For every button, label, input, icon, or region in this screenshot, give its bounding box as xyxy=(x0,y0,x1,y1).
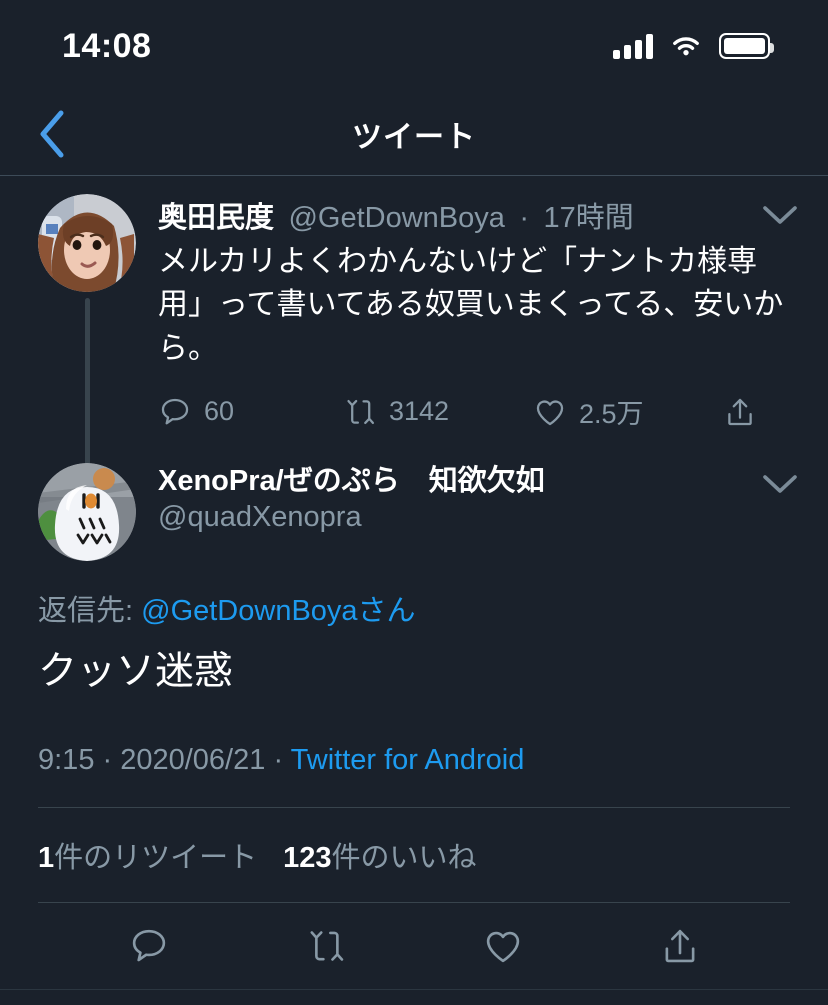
like-stat-count: 123 xyxy=(283,841,332,874)
retweet-icon xyxy=(310,930,343,961)
tweet-source-link[interactable]: Twitter for Android xyxy=(291,744,525,776)
avatar[interactable] xyxy=(38,194,136,292)
detail-tweet-names-body: XenoPra/ぜのぷら 知欲欠如 @quadXenopra xyxy=(136,463,802,561)
detail-avatar-column xyxy=(38,463,136,562)
parent-timestamp: 17時間 xyxy=(543,202,634,234)
parent-tweet-menu-button[interactable] xyxy=(752,194,798,226)
parent-tweet-body: 奥田民度 @GetDownBoya · 17時間 メルカリよくわかんないけど「ナ… xyxy=(136,194,802,457)
share-icon xyxy=(728,398,752,425)
engagement-stats: 1件のリツイート 123件のいいね xyxy=(0,808,828,902)
detail-tweet-header-row[interactable]: XenoPra/ぜのぷら 知欲欠如 @quadXenopra xyxy=(0,457,828,562)
like-count: 2.5万 xyxy=(579,399,644,430)
share-button[interactable] xyxy=(591,925,768,967)
share-action[interactable] xyxy=(723,395,757,429)
status-bar: 14:08 xyxy=(0,0,828,92)
retweet-icon xyxy=(347,399,375,424)
parent-tweet-actions: 60 3142 2.5万 xyxy=(158,392,798,431)
retweet-button[interactable] xyxy=(237,925,414,967)
reply-to-label: 返信先: xyxy=(38,595,142,628)
cellular-signal-icon xyxy=(613,33,653,59)
parent-separator: · xyxy=(519,202,530,234)
detail-tweet-text: クッソ迷惑 xyxy=(38,650,234,694)
retweet-action[interactable]: 3142 xyxy=(343,395,533,429)
like-stat-label: 件のいいね xyxy=(331,841,477,874)
like-button[interactable] xyxy=(414,925,591,967)
reply-button[interactable] xyxy=(60,925,237,967)
detail-sep-1: · xyxy=(94,743,121,776)
avatar[interactable] xyxy=(38,463,136,562)
back-button[interactable] xyxy=(22,104,82,164)
parent-display-name[interactable]: 奥田民度 xyxy=(158,202,274,234)
chevron-down-icon xyxy=(763,475,797,493)
reply-to-user-link[interactable]: @GetDownBoyaさん xyxy=(141,595,415,627)
parent-handle[interactable]: @GetDownBoya xyxy=(288,202,504,234)
retweet-count: 3142 xyxy=(389,396,450,427)
detail-display-name[interactable]: XenoPra/ぜのぷら 知欲欠如 xyxy=(158,463,752,501)
reply-to-line: 返信先: @GetDownBoyaさん xyxy=(38,587,790,629)
battery-icon xyxy=(719,33,774,59)
back-chevron-icon xyxy=(40,110,64,157)
detail-time: 9:15 xyxy=(38,743,95,776)
like-icon xyxy=(536,400,564,425)
nav-bar: ツイート xyxy=(0,92,828,175)
like-action[interactable]: 2.5万 xyxy=(533,392,723,431)
thread-connector-line xyxy=(84,298,90,476)
retweet-stat[interactable]: 1件のリツイート xyxy=(38,834,257,876)
page-title: ツイート xyxy=(352,120,476,154)
wifi-icon xyxy=(673,37,699,56)
detail-tweet-menu-button[interactable] xyxy=(752,463,798,495)
reply-action[interactable]: 60 xyxy=(158,395,343,429)
like-icon xyxy=(486,931,519,962)
detail-handle[interactable]: @quadXenopra xyxy=(158,501,752,534)
detail-action-bar xyxy=(0,903,828,989)
reply-count: 60 xyxy=(204,396,235,427)
parent-tweet-names: 奥田民度 @GetDownBoya · 17時間 xyxy=(158,194,752,238)
detail-tweet-content: 返信先: @GetDownBoyaさん クッソ迷惑 9:15 · 2020/06… xyxy=(0,561,828,777)
parent-tweet[interactable]: 奥田民度 @GetDownBoya · 17時間 メルカリよくわかんないけど「ナ… xyxy=(0,176,828,476)
reply-icon xyxy=(132,929,165,962)
detail-tweet-names: XenoPra/ぜのぷら 知欲欠如 @quadXenopra xyxy=(158,463,752,534)
status-icons xyxy=(613,33,774,59)
tweet-detail-screen: 14:08 ツイート 奥田民度 @GetDownBoya · 17時間 メルカリ… xyxy=(0,0,828,1005)
parent-tweet-text: メルカリよくわかんないけど「ナントカ様専用」って書いてある奴買いまくってる、安い… xyxy=(158,244,784,365)
parent-tweet-header: 奥田民度 @GetDownBoya · 17時間 xyxy=(158,194,798,238)
reply-icon xyxy=(161,398,189,425)
like-stat[interactable]: 123件のいいね xyxy=(283,834,476,876)
detail-sep-2: · xyxy=(265,743,291,776)
retweet-stat-label: 件のリツイート xyxy=(54,841,258,874)
share-icon xyxy=(665,929,694,962)
status-time: 14:08 xyxy=(62,26,152,65)
detail-timestamp-line: 9:15 · 2020/06/21 · Twitter for Android xyxy=(38,744,790,777)
retweet-stat-count: 1 xyxy=(38,841,55,874)
chevron-down-icon xyxy=(763,206,797,224)
parent-avatar-column xyxy=(38,194,136,476)
detail-date: 2020/06/21 xyxy=(120,743,266,776)
bottom-divider xyxy=(0,988,828,990)
detail-tweet-header: XenoPra/ぜのぷら 知欲欠如 @quadXenopra xyxy=(158,463,798,534)
